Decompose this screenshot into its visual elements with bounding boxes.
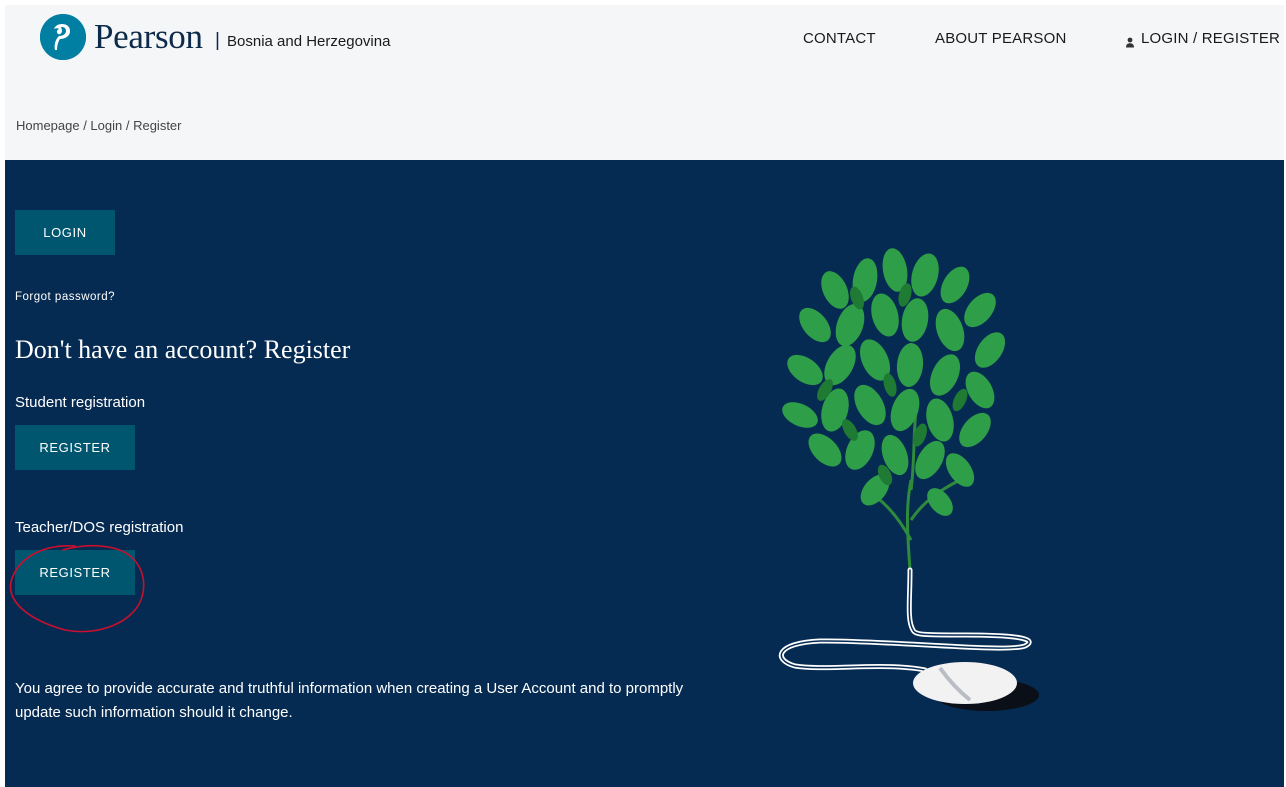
nav-login-register-link[interactable]: LOGIN / REGISTER [1125, 29, 1280, 49]
pearson-logo-icon[interactable] [40, 14, 86, 60]
nav-contact-link[interactable]: CONTACT [803, 29, 876, 49]
student-registration-label: Student registration [15, 394, 146, 411]
student-register-button[interactable]: REGISTER [15, 425, 135, 470]
teacher-registration-label: Teacher/DOS registration [15, 519, 184, 536]
nav-about-link[interactable]: ABOUT PEARSON [935, 29, 1067, 49]
register-heading: Don't have an account? Register [15, 335, 351, 364]
nav-login-register-label: LOGIN / REGISTER [1141, 30, 1281, 47]
user-icon [1125, 34, 1135, 47]
forgot-password-link[interactable]: Forgot password? [15, 291, 115, 303]
breadcrumb[interactable]: Homepage / Login / Register [16, 117, 181, 135]
login-register-panel: LOGIN Forgot password? Don't have an acc… [5, 160, 1284, 787]
brand-name[interactable]: Pearson [94, 17, 203, 57]
login-button[interactable]: LOGIN [15, 210, 115, 255]
red-circle-annotation [9, 545, 145, 633]
site-header: Pearson | Bosnia and Herzegovina CONTACT… [5, 5, 1284, 160]
registration-disclaimer: You agree to provide accurate and truthf… [15, 680, 684, 721]
brand-separator: | [215, 30, 220, 51]
region-label: Bosnia and Herzegovina [227, 33, 391, 50]
page: Pearson | Bosnia and Herzegovina CONTACT… [5, 5, 1284, 787]
tree-mouse-illustration [778, 248, 1039, 711]
